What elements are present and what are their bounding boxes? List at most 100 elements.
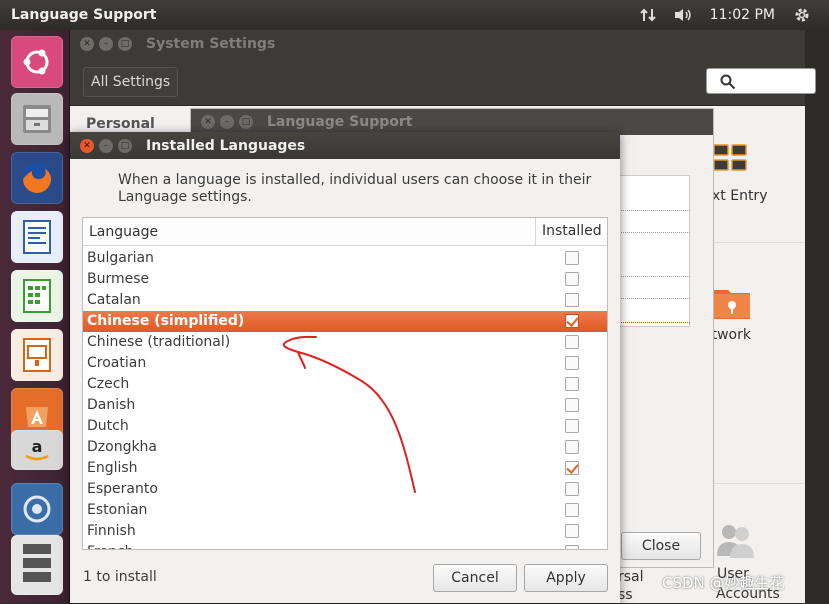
language-name: Esperanto bbox=[87, 481, 158, 497]
svg-text:a: a bbox=[32, 437, 43, 456]
table-row[interactable]: Catalan bbox=[83, 290, 607, 311]
table-row[interactable]: French bbox=[83, 542, 607, 549]
close-icon[interactable]: ✕ bbox=[201, 115, 215, 129]
divider bbox=[710, 242, 805, 243]
languages-table[interactable]: Language Installed Bulgarian Burmese Catal… bbox=[82, 217, 608, 550]
installed-checkbox[interactable] bbox=[565, 356, 579, 370]
search-input[interactable] bbox=[706, 68, 816, 94]
volume-icon[interactable] bbox=[674, 7, 692, 23]
search-icon bbox=[720, 74, 736, 90]
language-name: Dutch bbox=[87, 418, 129, 434]
installed-checkbox[interactable] bbox=[565, 251, 579, 265]
installed-checkbox[interactable] bbox=[565, 335, 579, 349]
table-row[interactable]: Czech bbox=[83, 374, 607, 395]
calc-icon[interactable] bbox=[11, 270, 63, 322]
language-name: Burmese bbox=[87, 271, 150, 287]
ubuntu-logo-icon[interactable] bbox=[11, 36, 63, 88]
divider bbox=[710, 483, 805, 484]
installed-checkbox[interactable] bbox=[565, 377, 579, 391]
launcher: a bbox=[0, 30, 70, 603]
gear-icon[interactable] bbox=[793, 6, 811, 24]
language-name: Czech bbox=[87, 376, 130, 392]
installed-checkbox[interactable] bbox=[565, 503, 579, 517]
table-row[interactable]: Estonian bbox=[83, 500, 607, 521]
installed-checkbox[interactable] bbox=[565, 398, 579, 412]
table-row[interactable]: Bulgarian bbox=[83, 248, 607, 269]
amazon-icon[interactable]: a bbox=[11, 430, 63, 470]
clock[interactable]: 11:02 PM bbox=[710, 7, 775, 23]
table-row[interactable]: Finnish bbox=[83, 521, 607, 542]
system-settings-titlebar: ✕ – □ System Settings bbox=[70, 30, 805, 58]
installed-checkbox[interactable] bbox=[565, 482, 579, 496]
table-header: Language Installed bbox=[83, 218, 607, 246]
language-name: Catalan bbox=[87, 292, 141, 308]
table-row[interactable]: English bbox=[83, 458, 607, 479]
dvd-icon[interactable] bbox=[11, 535, 63, 595]
table-row[interactable]: Chinese (traditional) bbox=[83, 332, 607, 353]
installed-checkbox[interactable] bbox=[565, 419, 579, 433]
maximize-icon[interactable]: □ bbox=[118, 37, 132, 51]
system-settings-toolbar: All Settings bbox=[70, 58, 816, 106]
language-name: Finnish bbox=[87, 523, 136, 539]
all-settings-button[interactable]: All Settings bbox=[83, 67, 179, 97]
column-header-installed[interactable]: Installed bbox=[535, 218, 602, 245]
language-name: Dzongkha bbox=[87, 439, 158, 455]
language-name: Estonian bbox=[87, 502, 148, 518]
installed-checkbox[interactable] bbox=[565, 524, 579, 538]
maximize-icon[interactable]: □ bbox=[239, 115, 253, 129]
language-name: Chinese (simplified) bbox=[87, 313, 245, 329]
firefox-icon[interactable] bbox=[11, 152, 63, 204]
writer-icon[interactable] bbox=[11, 211, 63, 263]
universal-access-label[interactable]: rsal ss bbox=[618, 568, 644, 604]
installed-checkbox[interactable] bbox=[565, 461, 579, 475]
maximize-icon[interactable]: □ bbox=[118, 138, 132, 153]
text-entry-icon[interactable] bbox=[712, 142, 752, 182]
language-name: Danish bbox=[87, 397, 136, 413]
window-title: System Settings bbox=[146, 36, 276, 52]
close-icon[interactable]: ✕ bbox=[80, 37, 94, 51]
table-row[interactable]: Chinese (simplified) bbox=[83, 311, 607, 332]
language-name: Chinese (traditional) bbox=[87, 334, 231, 350]
installed-checkbox[interactable] bbox=[565, 545, 579, 549]
installed-checkbox[interactable] bbox=[565, 314, 579, 328]
minimize-icon[interactable]: – bbox=[220, 115, 234, 129]
active-app-title: Language Support bbox=[11, 7, 157, 23]
table-row[interactable]: Croatian bbox=[83, 353, 607, 374]
installed-checkbox[interactable] bbox=[565, 272, 579, 286]
installed-checkbox[interactable] bbox=[565, 440, 579, 454]
language-name: Croatian bbox=[87, 355, 147, 371]
window-title: Language Support bbox=[267, 114, 413, 130]
system-settings-icon[interactable] bbox=[11, 483, 63, 535]
table-row[interactable]: Esperanto bbox=[83, 479, 607, 500]
network-icon[interactable] bbox=[712, 282, 752, 326]
installed-checkbox[interactable] bbox=[565, 293, 579, 307]
top-panel: Language Support 11:02 PM bbox=[0, 0, 829, 30]
cancel-button[interactable]: Cancel bbox=[433, 564, 517, 592]
install-count-status: 1 to install bbox=[83, 569, 157, 585]
installed-languages-titlebar: ✕ – □ Installed Languages bbox=[70, 132, 620, 159]
language-name: Bulgarian bbox=[87, 250, 154, 266]
dialog-title: Installed Languages bbox=[146, 137, 306, 154]
column-header-language[interactable]: Language bbox=[89, 224, 158, 240]
network-arrows-icon[interactable] bbox=[639, 7, 656, 23]
table-row[interactable]: Dzongkha bbox=[83, 437, 607, 458]
language-name: French bbox=[87, 544, 134, 549]
dialog-description: When a language is installed, individual… bbox=[118, 172, 592, 205]
impress-icon[interactable] bbox=[11, 329, 63, 381]
table-row[interactable]: Danish bbox=[83, 395, 607, 416]
watermark: CSDN @妙趣生花 bbox=[662, 574, 785, 592]
files-icon[interactable] bbox=[11, 93, 63, 145]
indicator-tray: 11:02 PM bbox=[639, 0, 829, 30]
minimize-icon[interactable]: – bbox=[99, 138, 113, 153]
text-entry-label[interactable]: xt Entry bbox=[712, 188, 767, 204]
close-button[interactable]: Close bbox=[621, 532, 701, 560]
close-icon[interactable]: ✕ bbox=[80, 138, 94, 153]
table-row[interactable]: Dutch bbox=[83, 416, 607, 437]
user-accounts-icon[interactable] bbox=[715, 520, 755, 564]
table-row[interactable]: Burmese bbox=[83, 269, 607, 290]
minimize-icon[interactable]: – bbox=[99, 37, 113, 51]
installed-languages-dialog: ✕ – □ Installed Languages When a languag… bbox=[70, 132, 620, 603]
apply-button[interactable]: Apply bbox=[524, 564, 608, 592]
section-personal: Personal bbox=[86, 116, 155, 132]
language-name: English bbox=[87, 460, 138, 476]
